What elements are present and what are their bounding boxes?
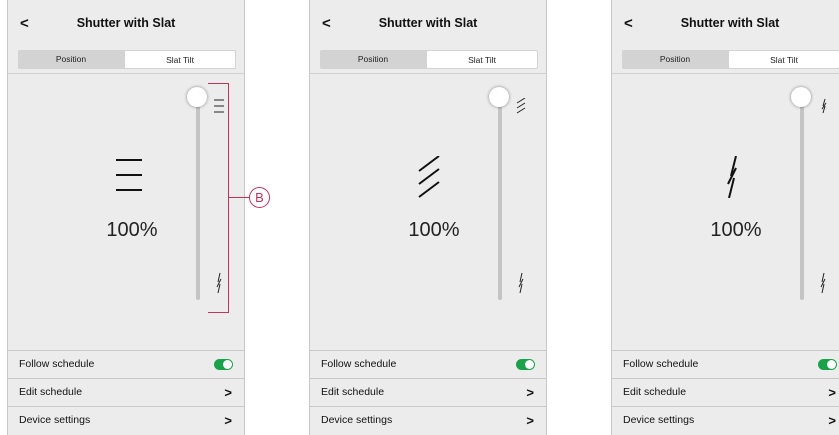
follow-schedule-label: Follow schedule (623, 358, 699, 370)
chevron-right-icon: > (828, 385, 836, 400)
tilt-slider-handle[interactable] (489, 87, 509, 107)
segmented-control: Position Slat Tilt (320, 50, 538, 69)
edit-schedule-label: Edit schedule (19, 386, 83, 398)
tab-slat-tilt[interactable]: Slat Tilt (124, 50, 236, 69)
slat-vertical-icon (727, 156, 737, 198)
phone-screen-3: < Shutter with Slat Position Slat Tilt 1… (611, 0, 839, 435)
follow-schedule-label: Follow schedule (321, 358, 397, 370)
device-settings-label: Device settings (321, 414, 393, 426)
device-settings-label: Device settings (623, 414, 695, 426)
device-settings-label: Device settings (19, 414, 91, 426)
tilt-slider-handle[interactable] (187, 87, 207, 107)
edit-schedule-row[interactable]: Edit schedule > (310, 378, 546, 406)
edit-schedule-label: Edit schedule (623, 386, 687, 398)
device-settings-row[interactable]: Device settings > (612, 406, 839, 434)
slat-tilt-percent: 100% (106, 219, 158, 241)
settings-list: Follow schedule Edit schedule > Device s… (310, 350, 546, 434)
tab-slat-tilt[interactable]: Slat Tilt (728, 50, 839, 69)
tab-slat-tilt[interactable]: Slat Tilt (426, 50, 538, 69)
follow-schedule-toggle[interactable] (214, 359, 233, 370)
phone-screen-2: < Shutter with Slat Position Slat Tilt 1… (309, 0, 547, 435)
page-title: Shutter with Slat (680, 16, 780, 30)
callout-bracket (208, 83, 229, 313)
header: < Shutter with Slat (310, 0, 546, 47)
header: < Shutter with Slat (612, 0, 839, 47)
settings-list: Follow schedule Edit schedule > Device s… (612, 350, 839, 434)
chevron-right-icon: > (224, 413, 232, 428)
follow-schedule-label: Follow schedule (19, 358, 95, 370)
segmented-control: Position Slat Tilt (18, 50, 236, 69)
follow-schedule-row: Follow schedule (310, 350, 546, 378)
follow-schedule-row: Follow schedule (8, 350, 244, 378)
page-title: Shutter with Slat (378, 16, 478, 30)
slat-horizontal-icon (116, 159, 142, 191)
tilt-slider-track[interactable] (196, 96, 200, 300)
slat-diagonal-small-icon (516, 98, 526, 114)
slat-vertical-small-icon (821, 98, 827, 114)
tab-position[interactable]: Position (622, 50, 728, 69)
follow-schedule-toggle[interactable] (818, 359, 837, 370)
segmented-control: Position Slat Tilt (622, 50, 839, 69)
settings-list: Follow schedule Edit schedule > Device s… (8, 350, 244, 434)
slat-tilt-panel: 100% (612, 73, 839, 350)
header: < Shutter with Slat (8, 0, 244, 47)
tilt-slider-handle[interactable] (791, 87, 811, 107)
chevron-right-icon: > (224, 385, 232, 400)
slat-closed-small-icon (518, 272, 524, 294)
toggle-knob (525, 360, 534, 369)
callout-badge: B (249, 187, 270, 208)
callout-connector (229, 197, 249, 198)
tab-position[interactable]: Position (320, 50, 426, 69)
tilt-slider-track[interactable] (800, 96, 804, 300)
toggle-knob (223, 360, 232, 369)
chevron-right-icon: > (526, 385, 534, 400)
device-settings-row[interactable]: Device settings > (310, 406, 546, 434)
slat-closed-small-icon (820, 272, 826, 294)
slat-tilt-panel: 100% (310, 73, 546, 350)
toggle-knob (827, 360, 836, 369)
edit-schedule-row[interactable]: Edit schedule > (612, 378, 839, 406)
slat-tilt-percent: 100% (408, 219, 460, 241)
follow-schedule-row: Follow schedule (612, 350, 839, 378)
chevron-right-icon: > (526, 413, 534, 428)
follow-schedule-toggle[interactable] (516, 359, 535, 370)
device-settings-row[interactable]: Device settings > (8, 406, 244, 434)
edit-schedule-label: Edit schedule (321, 386, 385, 398)
tilt-slider-track[interactable] (498, 96, 502, 300)
slat-tilt-percent: 100% (710, 219, 762, 241)
slat-diagonal-icon (418, 156, 440, 198)
chevron-right-icon: > (828, 413, 836, 428)
page-title: Shutter with Slat (76, 16, 176, 30)
tab-position[interactable]: Position (18, 50, 124, 69)
edit-schedule-row[interactable]: Edit schedule > (8, 378, 244, 406)
